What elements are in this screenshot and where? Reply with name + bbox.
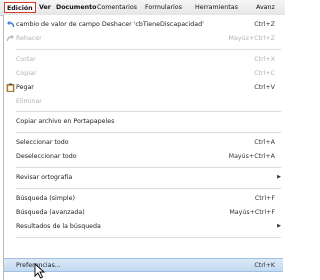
menu-item-shortcut: Mayús+Ctrl+A bbox=[228, 153, 275, 160]
menu-item-label: Pegar bbox=[16, 84, 34, 91]
menu-separator bbox=[16, 167, 281, 168]
redo-icon bbox=[6, 34, 15, 43]
menu-separator bbox=[16, 237, 281, 238]
menu-item-shortcut: Ctrl+A bbox=[254, 139, 275, 146]
menu-edicion[interactable]: Edición bbox=[4, 2, 36, 13]
menu-item-label: Búsqueda (simple) bbox=[16, 195, 76, 202]
edit-dropdown-menu: cambio de valor de campo Deshacer 'cbTie… bbox=[3, 15, 286, 280]
menu-item-select-all[interactable]: Seleccionar todo Ctrl+A bbox=[4, 136, 283, 149]
menu-item-delete[interactable]: Eliminar bbox=[4, 95, 283, 108]
menu-item-label: Seleccionar todo bbox=[16, 139, 69, 146]
clipboard-icon bbox=[6, 83, 15, 92]
menu-item-label: Resultados de la búsqueda bbox=[16, 223, 101, 230]
menu-item-label: Eliminar bbox=[16, 98, 42, 105]
menu-avanzado[interactable]: Avanz bbox=[256, 3, 275, 13]
menu-item-paste[interactable]: Pegar Ctrl+V bbox=[4, 81, 283, 94]
menu-item-shortcut: Ctrl+C bbox=[254, 70, 275, 77]
menu-item-label: Cortar bbox=[16, 56, 36, 63]
menu-item-shortcut: Mayús+Ctrl+Z bbox=[228, 35, 275, 42]
menu-item-copy-file[interactable]: Copiar archivo en Portapapeles bbox=[4, 115, 283, 128]
submenu-arrow-icon: ▶ bbox=[277, 223, 281, 229]
menu-separator bbox=[16, 49, 281, 50]
menu-item-copy[interactable]: Copiar Ctrl+C bbox=[4, 67, 283, 80]
menu-herramientas[interactable]: Herramientas bbox=[195, 3, 238, 13]
menu-separator bbox=[16, 188, 281, 189]
menu-item-label: Revisar ortografía bbox=[16, 174, 73, 181]
menu-separator bbox=[16, 111, 281, 112]
submenu-arrow-icon: ▶ bbox=[277, 174, 281, 180]
menu-item-spelling[interactable]: Revisar ortografía ▶ bbox=[4, 171, 283, 184]
menu-item-search-results[interactable]: Resultados de la búsqueda ▶ bbox=[4, 220, 283, 233]
menu-comentarios[interactable]: Comentarios bbox=[97, 3, 137, 13]
menu-item-label: Rehacer bbox=[16, 35, 42, 42]
mouse-pointer-icon bbox=[34, 263, 46, 279]
menu-item-shortcut: Mayús+Ctrl+F bbox=[229, 209, 275, 216]
menu-item-label: Búsqueda (avanzada) bbox=[16, 209, 85, 216]
menu-item-shortcut: Ctrl+X bbox=[254, 56, 275, 63]
menu-ver[interactable]: Ver bbox=[39, 3, 51, 13]
menu-separator bbox=[16, 132, 281, 133]
menu-item-label: Deseleccionar todo bbox=[16, 153, 77, 160]
menu-documento[interactable]: Documento bbox=[56, 3, 96, 13]
undo-icon bbox=[6, 20, 15, 29]
menu-bar: Edición Ver Documento Comentarios Formul… bbox=[0, 0, 285, 16]
menu-item-deselect-all[interactable]: Deseleccionar todo Mayús+Ctrl+A bbox=[4, 150, 283, 163]
menu-item-redo[interactable]: Rehacer Mayús+Ctrl+Z bbox=[4, 32, 283, 45]
menu-item-shortcut: Ctrl+K bbox=[254, 262, 275, 269]
menu-item-cut[interactable]: Cortar Ctrl+X bbox=[4, 53, 283, 66]
menu-item-search-simple[interactable]: Búsqueda (simple) Ctrl+F bbox=[4, 192, 283, 205]
menu-formularios[interactable]: Formularios bbox=[145, 3, 182, 13]
menu-item-undo[interactable]: cambio de valor de campo Deshacer 'cbTie… bbox=[4, 18, 283, 31]
menu-item-shortcut: Ctrl+V bbox=[254, 84, 275, 91]
menu-item-shortcut: Ctrl+Z bbox=[254, 21, 275, 28]
menu-item-label: Copiar archivo en Portapapeles bbox=[16, 118, 115, 125]
menu-item-label: cambio de valor de campo Deshacer 'cbTie… bbox=[16, 21, 204, 28]
menu-item-search-advanced[interactable]: Búsqueda (avanzada) Mayús+Ctrl+F bbox=[4, 206, 283, 219]
menu-item-shortcut: Ctrl+F bbox=[254, 195, 275, 202]
menu-item-label: Copiar bbox=[16, 70, 37, 77]
